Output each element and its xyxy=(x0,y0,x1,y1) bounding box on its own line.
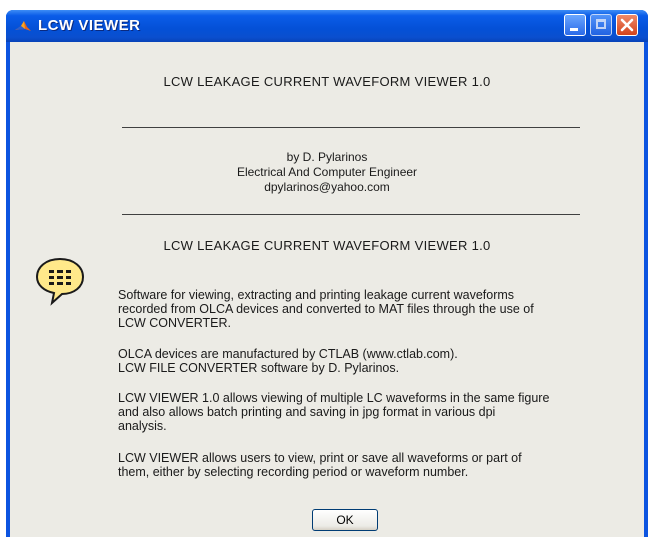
about-heading-top: LCW LEAKAGE CURRENT WAVEFORM VIEWER 1.0 xyxy=(163,74,491,89)
minimize-button[interactable] xyxy=(564,14,586,36)
maximize-icon xyxy=(596,19,606,29)
divider-top xyxy=(122,127,580,128)
divider-bottom xyxy=(122,214,580,215)
dialog-window: LCW VIEWER LCW LEAKAGE CURRENT WAVEFORM … xyxy=(6,10,648,537)
author-name: by D. Pylarinos xyxy=(286,150,368,164)
matlab-logo-icon xyxy=(15,21,31,31)
minimize-icon xyxy=(570,28,578,31)
description-paragraph: Software for viewing, extracting and pri… xyxy=(118,288,534,330)
about-heading-bottom: LCW LEAKAGE CURRENT WAVEFORM VIEWER 1.0 xyxy=(163,238,491,253)
author-title: Electrical And Computer Engineer xyxy=(236,165,418,179)
close-icon xyxy=(620,18,634,32)
window-title: LCW VIEWER xyxy=(38,17,141,34)
help-bubble-icon xyxy=(35,257,85,306)
usage-paragraph: LCW VIEWER allows users to view, print o… xyxy=(118,451,522,479)
features-paragraph: LCW VIEWER 1.0 allows viewing of multipl… xyxy=(118,391,550,433)
dialog-content: LCW LEAKAGE CURRENT WAVEFORM VIEWER 1.0 … xyxy=(10,42,644,537)
maximize-button[interactable] xyxy=(590,14,612,36)
title-bar[interactable]: LCW VIEWER xyxy=(6,10,648,42)
author-email: dpylarinos@yahoo.com xyxy=(264,180,390,194)
close-button[interactable] xyxy=(616,14,638,36)
ok-button[interactable]: OK xyxy=(312,509,378,531)
manufacturer-paragraph: OLCA devices are manufactured by CTLAB (… xyxy=(118,347,458,375)
